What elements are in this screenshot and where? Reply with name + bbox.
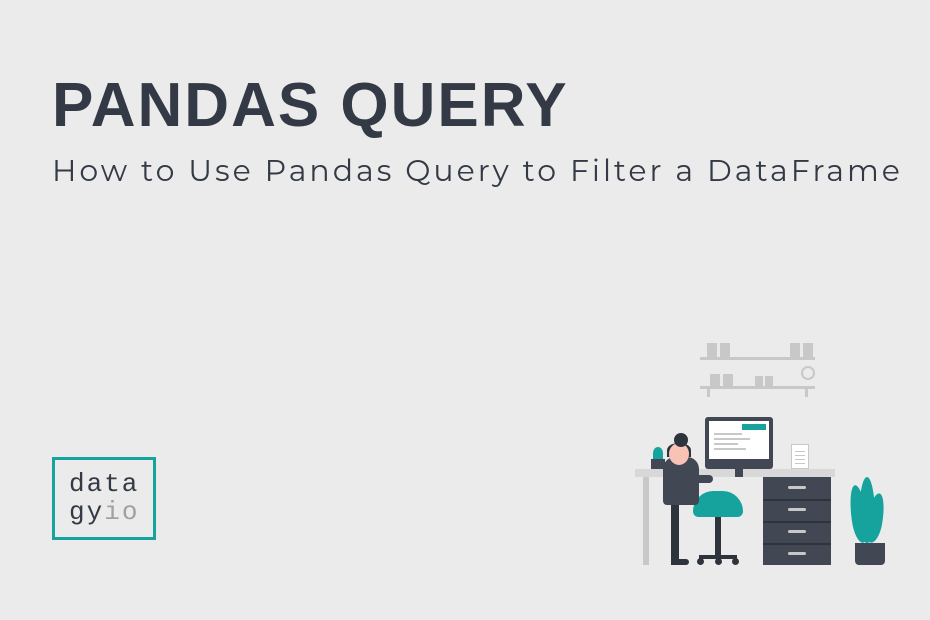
- shelf-book-icon: [710, 374, 720, 386]
- shelf-book-icon: [790, 343, 800, 357]
- desk-drawers: [763, 477, 831, 565]
- page-subtitle: How to Use Pandas Query to Filter a Data…: [52, 148, 903, 193]
- monitor-icon: [705, 417, 773, 469]
- brand-logo: data gyio: [52, 457, 156, 540]
- desk-leg: [643, 477, 649, 565]
- shelf-book-icon: [765, 376, 773, 386]
- monitor-stand: [735, 469, 743, 477]
- page-title: PANDAS QUERY: [52, 70, 569, 141]
- shelf-bracket: [707, 389, 710, 397]
- plant-pot-icon: [855, 543, 885, 565]
- hero-illustration: [595, 335, 885, 565]
- shelf-bottom: [700, 386, 815, 389]
- shelf-book-icon: [707, 343, 717, 357]
- clock-icon: [801, 366, 815, 380]
- logo-line-2: gyio: [69, 498, 139, 527]
- logo-line-1: data: [69, 470, 139, 499]
- clipboard-icon: [791, 444, 809, 469]
- shelf-book-icon: [723, 374, 733, 386]
- plant-leaf-icon: [859, 477, 875, 543]
- shelf-book-icon: [755, 376, 763, 386]
- shelf-book-icon: [720, 343, 730, 357]
- shelf-book-icon: [803, 343, 813, 357]
- plant-icon: [653, 447, 663, 459]
- shelf-bracket: [805, 389, 808, 397]
- shelf-top: [700, 357, 815, 360]
